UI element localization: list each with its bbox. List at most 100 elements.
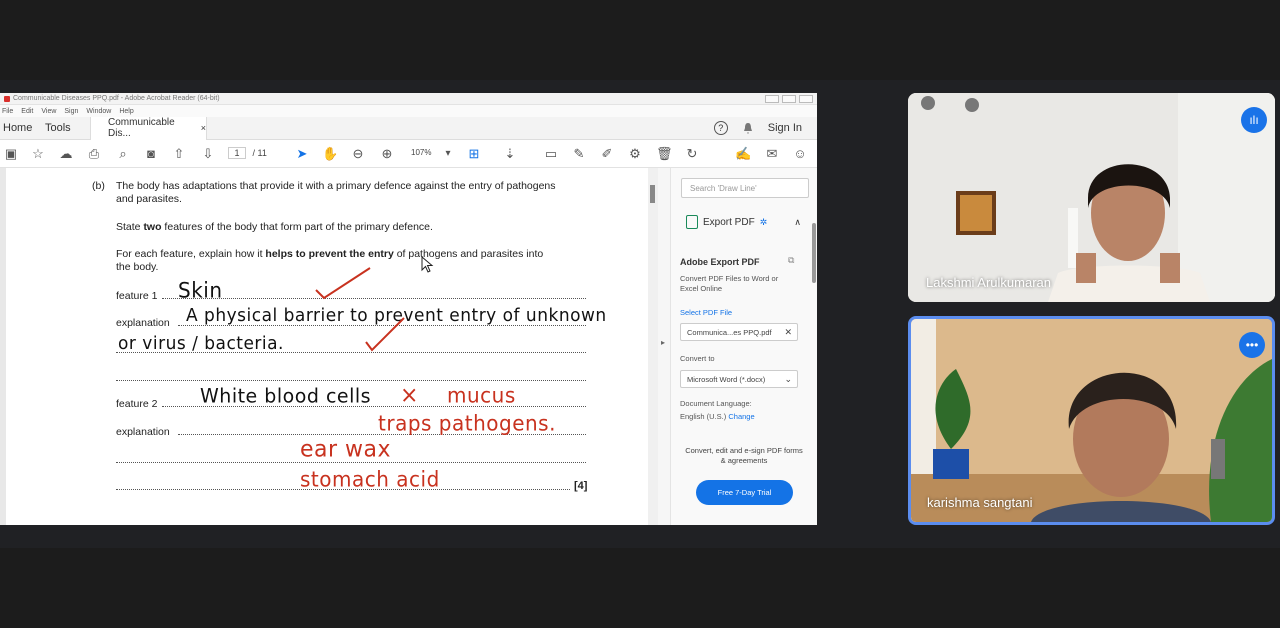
delete-icon[interactable]: 🗑: [656, 146, 673, 162]
q3b: the body.: [116, 261, 159, 273]
handwritten-stomach-acid: stomach acid: [300, 466, 440, 492]
feature1-label: feature 1: [116, 290, 158, 302]
question-line-2: State two features of the body that form…: [116, 221, 433, 234]
menu-file[interactable]: File: [2, 108, 13, 115]
clear-file-icon[interactable]: ✕: [784, 327, 792, 338]
page-total: / 11: [252, 148, 267, 158]
zoom-level[interactable]: 107%: [411, 148, 431, 157]
doc-language-label: Document Language:: [680, 399, 752, 408]
print-icon[interactable]: ⎙: [86, 146, 102, 162]
rotate-icon[interactable]: ↻: [684, 146, 700, 162]
convert-format-select[interactable]: Microsoft Word (*.docx) ⌄: [680, 370, 798, 388]
draw-icon[interactable]: ✐: [599, 146, 615, 162]
participant-tile-2[interactable]: ••• karishma sangtani: [908, 316, 1275, 525]
scroll-thumb[interactable]: [650, 185, 655, 203]
more-options-icon[interactable]: •••: [1239, 332, 1265, 358]
maximize-button[interactable]: [782, 94, 796, 103]
help-icon[interactable]: ?: [713, 121, 728, 135]
participant-tile-1[interactable]: ılı Lakshmi Arulkumaran: [908, 93, 1275, 302]
close-window-button[interactable]: [799, 94, 813, 103]
participant-video-1: [908, 93, 1275, 302]
export-settings-icon[interactable]: ✲: [760, 217, 768, 228]
tab-document[interactable]: Communicable Dis... ×: [90, 116, 207, 140]
menu-view[interactable]: View: [41, 108, 56, 115]
participant-name: Lakshmi Arulkumaran: [926, 275, 1051, 290]
explanation2-label: explanation: [116, 426, 170, 438]
handwritten-mucus: mucus: [447, 382, 516, 408]
doc-language-value: English (U.S.): [680, 412, 727, 421]
cross-mark: ×: [400, 382, 419, 409]
q3-pre: For each feature, explain how it: [116, 248, 266, 260]
zoom-in-icon[interactable]: ⊕: [379, 146, 395, 162]
window-title: Communicable Diseases PPQ.pdf - Adobe Ac…: [13, 95, 220, 102]
convert-promo-text: Convert, edit and e-sign PDF forms & agr…: [685, 446, 803, 465]
export-heading: Adobe Export PDF: [680, 257, 760, 267]
menu-window[interactable]: Window: [86, 108, 111, 115]
handwritten-earwax: ear wax: [300, 436, 392, 463]
close-tab-icon[interactable]: ×: [201, 123, 206, 133]
tick-mark-2: [365, 317, 405, 352]
right-tools-pane: Search 'Draw Line' Export PDF ✲ ∧: [670, 168, 817, 525]
q3-post: of pathogens and parasites into: [393, 248, 544, 260]
highlight-pen-icon[interactable]: ✎: [571, 146, 587, 162]
meeting-screen: Communicable Diseases PPQ.pdf - Adobe Ac…: [0, 0, 1280, 628]
collapse-arrow-icon[interactable]: ▸: [661, 338, 665, 347]
menu-edit[interactable]: Edit: [21, 108, 33, 115]
document-scrollbar[interactable]: [648, 168, 658, 525]
change-language-link[interactable]: Change: [728, 412, 754, 421]
account-icon[interactable]: ☺: [792, 146, 808, 162]
email-icon[interactable]: ✉: [764, 146, 780, 162]
tab-home[interactable]: Home: [0, 122, 40, 134]
selected-file-name: Communica...es PPQ.pdf: [687, 328, 772, 337]
bell-icon[interactable]: [742, 122, 754, 135]
question-line-1: The body has adaptations that provide it…: [116, 180, 596, 206]
copy-icon[interactable]: ⧉: [788, 255, 794, 266]
handwritten-explanation1b: or virus / bacteria.: [118, 333, 284, 355]
pane-scrollbar[interactable]: [812, 223, 816, 283]
tab-bar: Home Tools Communicable Dis... × ? Sign …: [0, 116, 817, 140]
handwritten-feature2: White blood cells: [200, 384, 372, 408]
page-fit-icon[interactable]: ⊞: [466, 146, 482, 162]
export-pdf-title: Export PDF: [703, 216, 755, 228]
zoom-out-icon[interactable]: ⊖: [350, 146, 366, 162]
zoom-dropdown-icon[interactable]: ▾: [440, 146, 456, 162]
page-number-input[interactable]: 1: [228, 147, 246, 159]
window-controls: [765, 94, 813, 103]
selected-file-field[interactable]: Communica...es PPQ.pdf ✕: [680, 323, 798, 341]
minimize-button[interactable]: [765, 94, 779, 103]
answer-line: [116, 380, 586, 381]
hand-tool-icon[interactable]: ✋: [322, 146, 338, 162]
screenshot-icon[interactable]: ◙: [143, 146, 159, 162]
q2-post: features of the body that form part of t…: [161, 221, 433, 233]
save-icon[interactable]: ▣: [3, 146, 19, 162]
comment-icon[interactable]: ▭: [543, 146, 559, 162]
export-pdf-icon: [686, 215, 698, 229]
chevron-down-icon[interactable]: ⌄: [784, 374, 792, 385]
question-text-1: The body has adaptations that provide it…: [116, 180, 556, 192]
select-file-label: Select PDF File: [680, 308, 733, 317]
fill-sign-icon[interactable]: ✍: [735, 146, 751, 162]
upload-cloud-icon[interactable]: ☁: [58, 146, 74, 162]
tab-tools[interactable]: Tools: [40, 122, 90, 134]
convert-to-label: Convert to: [680, 354, 715, 363]
chevron-up-icon[interactable]: ∧: [794, 217, 801, 228]
sign-in-button[interactable]: Sign In: [768, 122, 802, 134]
participant-name: karishma sangtani: [927, 495, 1033, 510]
question-text-1b: and parasites.: [116, 193, 182, 205]
menu-bar: File Edit View Sign Window Help: [0, 105, 817, 117]
search-icon[interactable]: ⌕: [115, 146, 131, 162]
tool-search-input[interactable]: Search 'Draw Line': [681, 178, 809, 198]
feature2-label: feature 2: [116, 398, 158, 410]
acrobat-titlebar: Communicable Diseases PPQ.pdf - Adobe Ac…: [0, 93, 817, 105]
menu-sign[interactable]: Sign: [64, 108, 78, 115]
stamp-icon[interactable]: ⚙: [627, 146, 643, 162]
free-trial-button[interactable]: Free 7-Day Trial: [696, 480, 793, 505]
page-down-icon[interactable]: ⇩: [200, 146, 216, 162]
collapse-pane-strip[interactable]: ▸: [658, 168, 670, 525]
menu-help[interactable]: Help: [119, 108, 133, 115]
export-pdf-header[interactable]: Export PDF ✲ ∧: [686, 215, 801, 229]
bookmark-star-icon[interactable]: ☆: [30, 146, 46, 162]
select-cursor-icon[interactable]: ➤: [294, 146, 310, 162]
page-up-icon[interactable]: ⇧: [171, 146, 187, 162]
scroll-mode-icon[interactable]: ⇣: [502, 146, 518, 162]
